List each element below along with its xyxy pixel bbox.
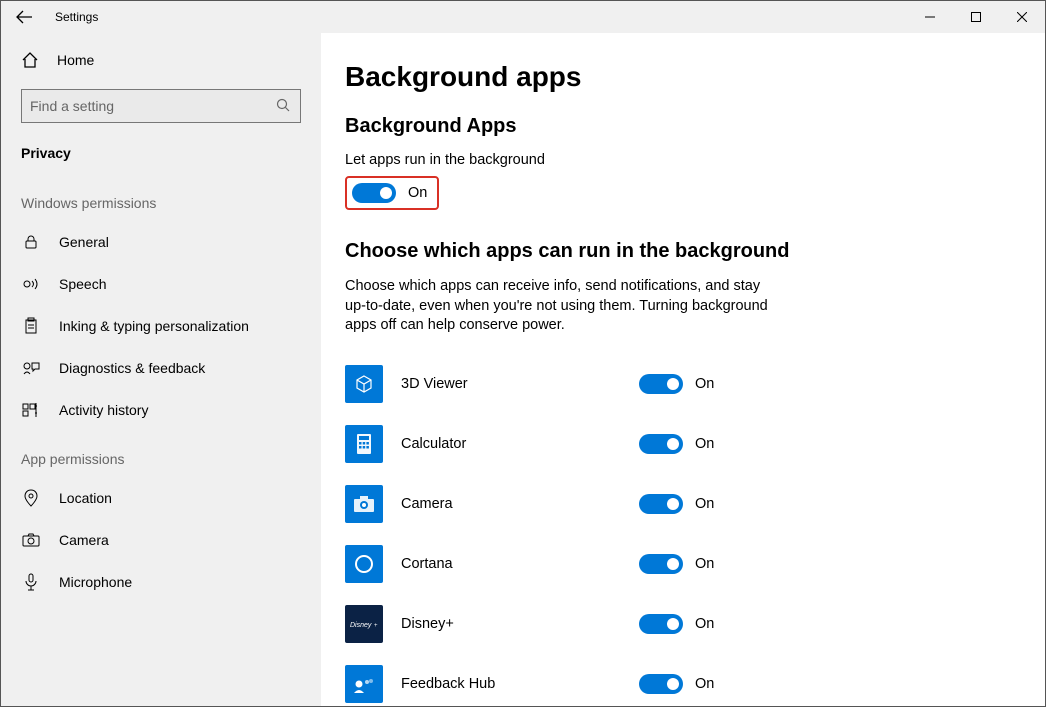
app-row-3dviewer: 3D Viewer On bbox=[345, 354, 1021, 414]
home-nav[interactable]: Home bbox=[1, 41, 321, 79]
app-name: Cortana bbox=[401, 556, 621, 572]
clipboard-icon bbox=[21, 317, 41, 335]
app-toggle-state: On bbox=[695, 436, 714, 452]
section-title: Privacy bbox=[1, 139, 321, 175]
app-name: 3D Viewer bbox=[401, 376, 621, 392]
speech-icon bbox=[21, 275, 41, 293]
app-name: Feedback Hub bbox=[401, 676, 621, 692]
nav-speech[interactable]: Speech bbox=[1, 263, 321, 305]
nav-diagnostics[interactable]: Diagnostics & feedback bbox=[1, 347, 321, 389]
sidebar: Home Find a setting Privacy Windows perm… bbox=[1, 33, 321, 706]
back-arrow-icon bbox=[16, 10, 32, 24]
nav-location[interactable]: Location bbox=[1, 477, 321, 519]
svg-text:Disney: Disney bbox=[350, 622, 372, 629]
app-toggle-camera[interactable] bbox=[639, 494, 683, 514]
search-input[interactable]: Find a setting bbox=[21, 89, 301, 123]
search-placeholder: Find a setting bbox=[30, 98, 276, 114]
nav-label: Speech bbox=[59, 276, 106, 292]
nav-label: Camera bbox=[59, 532, 109, 548]
minimize-icon bbox=[925, 12, 935, 22]
nav-inking[interactable]: Inking & typing personalization bbox=[1, 305, 321, 347]
nav-label: Diagnostics & feedback bbox=[59, 360, 205, 376]
app-toggle-3dviewer[interactable] bbox=[639, 374, 683, 394]
app-row-feedbackhub: Feedback Hub On bbox=[345, 654, 1021, 706]
nav-general[interactable]: General bbox=[1, 221, 321, 263]
app-name: Disney+ bbox=[401, 616, 621, 632]
close-icon bbox=[1017, 12, 1027, 22]
section-subtitle: Background Apps bbox=[345, 115, 1021, 138]
search-icon bbox=[276, 98, 292, 114]
app-icon-calculator bbox=[345, 425, 383, 463]
app-toggle-state: On bbox=[695, 496, 714, 512]
master-toggle[interactable] bbox=[352, 183, 396, 203]
nav-microphone[interactable]: Microphone bbox=[1, 561, 321, 603]
back-button[interactable] bbox=[13, 6, 35, 28]
feedback-icon bbox=[21, 359, 41, 377]
maximize-icon bbox=[971, 12, 981, 22]
master-toggle-highlight: On bbox=[345, 176, 439, 210]
nav-label: Activity history bbox=[59, 402, 148, 418]
nav-label: Location bbox=[59, 490, 112, 506]
title-bar: Settings bbox=[1, 1, 1045, 33]
app-toggle-feedbackhub[interactable] bbox=[639, 674, 683, 694]
app-name: Camera bbox=[401, 496, 621, 512]
app-icon-3dviewer bbox=[345, 365, 383, 403]
app-row-cortana: Cortana On bbox=[345, 534, 1021, 594]
app-row-disney: Disney+ Disney+ On bbox=[345, 594, 1021, 654]
svg-text:+: + bbox=[374, 623, 378, 629]
app-icon-feedbackhub bbox=[345, 665, 383, 703]
app-icon-camera bbox=[345, 485, 383, 523]
choose-apps-desc: Choose which apps can receive info, send… bbox=[345, 277, 785, 336]
page-title: Background apps bbox=[345, 61, 1021, 93]
app-icon-disney: Disney+ bbox=[345, 605, 383, 643]
main-content: Background apps Background Apps Let apps… bbox=[321, 33, 1045, 706]
minimize-button[interactable] bbox=[907, 1, 953, 33]
camera-icon bbox=[21, 531, 41, 549]
app-toggle-disney[interactable] bbox=[639, 614, 683, 634]
app-toggle-state: On bbox=[695, 556, 714, 572]
lock-icon bbox=[21, 233, 41, 251]
close-button[interactable] bbox=[999, 1, 1045, 33]
microphone-icon bbox=[21, 573, 41, 591]
app-toggle-state: On bbox=[695, 376, 714, 392]
app-toggle-state: On bbox=[695, 676, 714, 692]
app-toggle-cortana[interactable] bbox=[639, 554, 683, 574]
nav-label: Inking & typing personalization bbox=[59, 318, 249, 334]
app-icon-cortana bbox=[345, 545, 383, 583]
group-app-permissions: App permissions bbox=[1, 431, 321, 477]
nav-activity-history[interactable]: Activity history bbox=[1, 389, 321, 431]
master-toggle-desc: Let apps run in the background bbox=[345, 152, 1021, 168]
settings-window: Settings Home Find a setting bbox=[0, 0, 1046, 707]
maximize-button[interactable] bbox=[953, 1, 999, 33]
app-row-camera: Camera On bbox=[345, 474, 1021, 534]
master-toggle-state: On bbox=[408, 185, 427, 201]
home-label: Home bbox=[57, 52, 94, 68]
app-toggle-calculator[interactable] bbox=[639, 434, 683, 454]
app-row-calculator: Calculator On bbox=[345, 414, 1021, 474]
nav-label: General bbox=[59, 234, 109, 250]
group-windows-permissions: Windows permissions bbox=[1, 175, 321, 221]
app-toggle-state: On bbox=[695, 616, 714, 632]
location-icon bbox=[21, 489, 41, 507]
nav-camera[interactable]: Camera bbox=[1, 519, 321, 561]
app-name: Calculator bbox=[401, 436, 621, 452]
window-title: Settings bbox=[55, 10, 98, 24]
timeline-icon bbox=[21, 401, 41, 419]
nav-label: Microphone bbox=[59, 574, 132, 590]
choose-apps-title: Choose which apps can run in the backgro… bbox=[345, 240, 1021, 263]
home-icon bbox=[21, 51, 39, 69]
